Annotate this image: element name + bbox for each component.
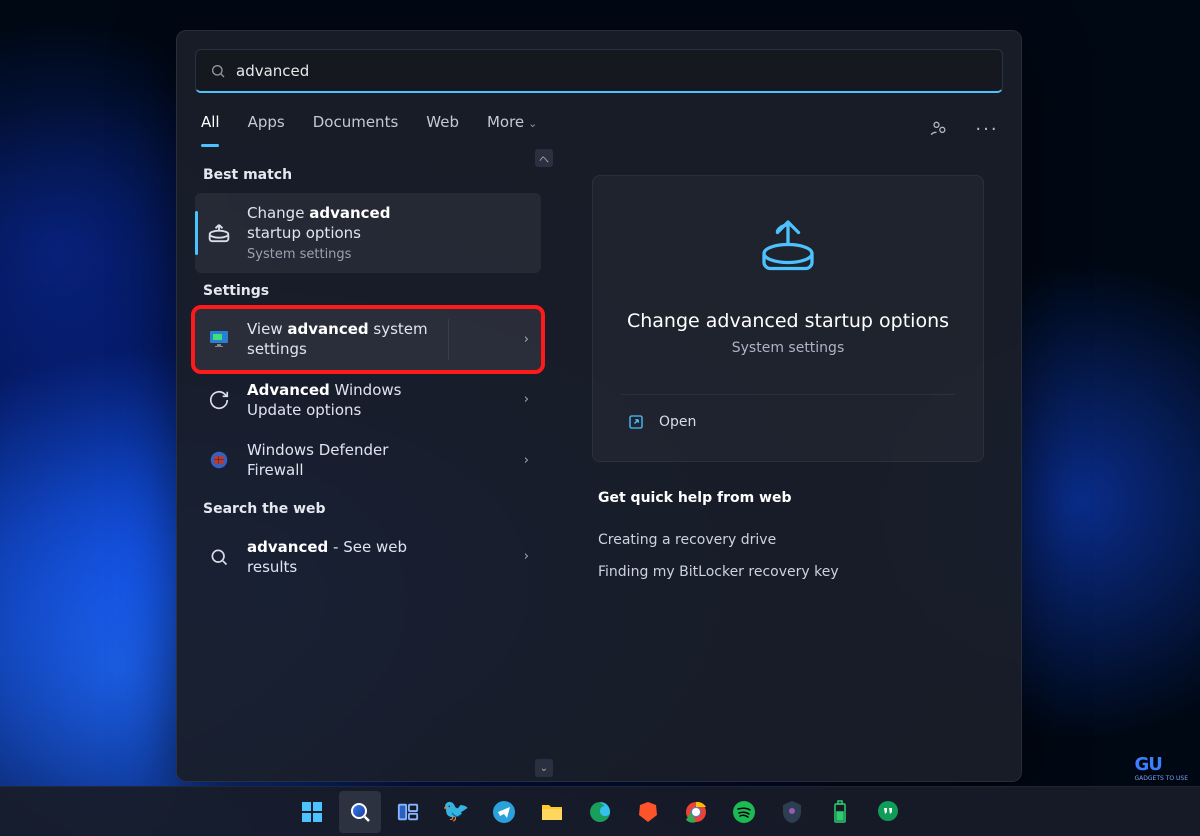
watermark: GU GADGETS TO USE [1135, 754, 1188, 782]
search-box[interactable] [195, 49, 1003, 93]
chevron-right-icon: › [524, 549, 529, 564]
taskbar-app-brave[interactable] [627, 791, 669, 833]
quick-help-section: Get quick help from web Creating a recov… [592, 490, 984, 588]
taskbar-app-edge[interactable] [579, 791, 621, 833]
section-search-web: Search the web [203, 501, 555, 517]
taskbar-app-hangouts[interactable] [867, 791, 909, 833]
tab-apps[interactable]: Apps [248, 113, 285, 145]
startup-icon-large [752, 210, 824, 282]
tab-all[interactable]: All [201, 113, 220, 145]
search-button[interactable] [339, 791, 381, 833]
monitor-settings-icon [205, 325, 233, 353]
preview-title: Change advanced startup options [627, 310, 949, 332]
preview-subtitle: System settings [732, 340, 845, 356]
taskbar: 🐦 [0, 786, 1200, 836]
search-input[interactable] [236, 62, 988, 80]
start-search-panel: All Apps Documents Web More⌄ ··· ヘ Best … [176, 30, 1022, 782]
result-label: advanced - See web results [247, 537, 407, 578]
chevron-right-icon: › [524, 453, 529, 468]
result-windows-defender-firewall[interactable]: Windows Defender Firewall › [195, 430, 541, 491]
result-label: Change advanced startup options System s… [247, 203, 390, 263]
tab-web[interactable]: Web [426, 113, 459, 145]
preview-column: Change advanced startup options System s… [555, 145, 1021, 781]
tab-more[interactable]: More⌄ [487, 113, 537, 145]
divider [448, 319, 449, 360]
taskbar-app-telegram[interactable] [483, 791, 525, 833]
result-view-advanced-system-settings[interactable]: View advanced system settings › [195, 309, 541, 370]
chevron-down-icon: ⌄ [528, 117, 537, 130]
scroll-up-button[interactable]: ヘ [535, 149, 553, 167]
firewall-icon [205, 446, 233, 474]
result-label: Windows Defender Firewall [247, 440, 388, 481]
result-label: Advanced Windows Update options [247, 380, 401, 421]
section-settings: Settings [203, 283, 555, 299]
chevron-right-icon: › [524, 332, 529, 347]
taskbar-app-vpn[interactable] [771, 791, 813, 833]
chevron-right-icon: › [524, 392, 529, 407]
filter-tabs: All Apps Documents Web More⌄ ··· [177, 93, 1021, 145]
task-view-button[interactable] [387, 791, 429, 833]
taskbar-app-spotify[interactable] [723, 791, 765, 833]
search-icon [205, 543, 233, 571]
taskbar-app-battery[interactable] [819, 791, 861, 833]
section-best-match: Best match [203, 167, 555, 183]
start-button[interactable] [291, 791, 333, 833]
scroll-down-button[interactable]: ⌄ [535, 759, 553, 777]
help-link-recovery-drive[interactable]: Creating a recovery drive [598, 524, 978, 556]
taskbar-app-explorer[interactable] [531, 791, 573, 833]
taskbar-app-1[interactable]: 🐦 [435, 791, 477, 833]
result-advanced-windows-update[interactable]: Advanced Windows Update options › [195, 370, 541, 431]
result-web-advanced[interactable]: advanced - See web results › [195, 527, 541, 588]
startup-icon [205, 219, 233, 247]
help-title: Get quick help from web [598, 490, 978, 506]
result-label: View advanced system settings [247, 319, 428, 360]
tab-documents[interactable]: Documents [313, 113, 399, 145]
results-column: ヘ Best match Change advanced startup opt… [177, 145, 555, 781]
help-link-bitlocker-key[interactable]: Finding my BitLocker recovery key [598, 556, 978, 588]
search-scope-icon[interactable] [929, 119, 949, 139]
taskbar-app-chrome[interactable] [675, 791, 717, 833]
open-icon [627, 413, 645, 431]
preview-card: Change advanced startup options System s… [592, 175, 984, 462]
more-options-icon[interactable]: ··· [977, 119, 997, 139]
refresh-icon [205, 386, 233, 414]
result-change-advanced-startup[interactable]: Change advanced startup options System s… [195, 193, 541, 273]
open-action[interactable]: Open [621, 395, 955, 435]
search-icon [210, 63, 226, 79]
